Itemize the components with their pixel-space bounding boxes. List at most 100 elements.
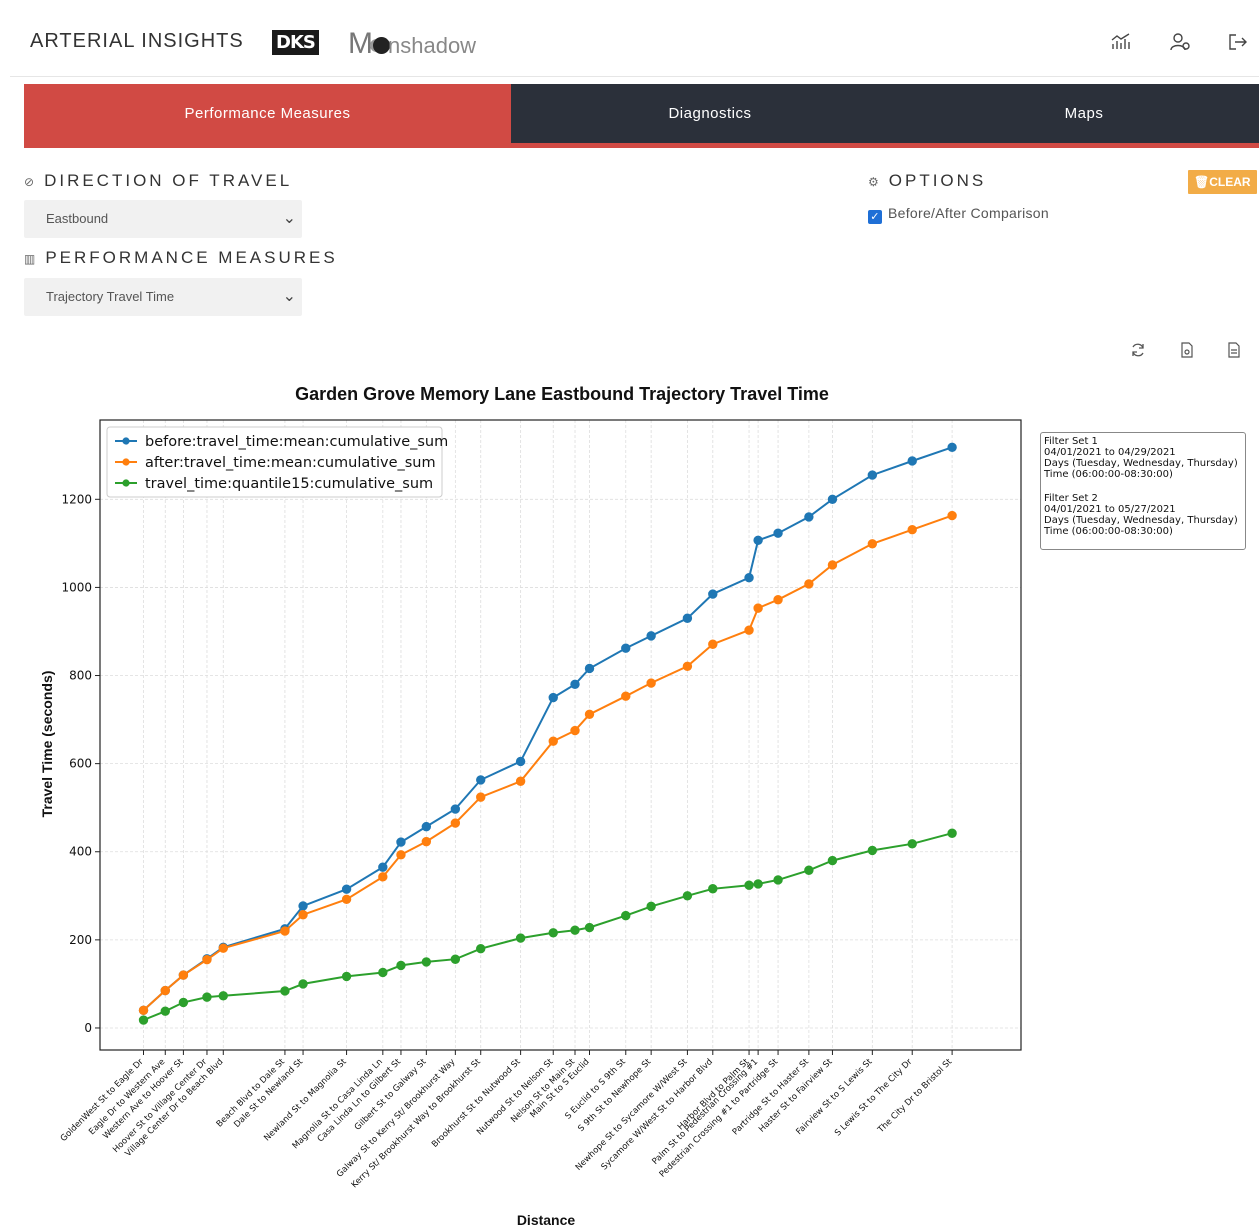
performance-measure-select[interactable]: Trajectory Travel Time ⌄	[24, 278, 302, 316]
data-point	[396, 960, 406, 971]
x-tick-label: Beach Blvd to Dale St	[215, 1057, 288, 1130]
data-point	[646, 631, 656, 641]
data-point	[138, 1015, 149, 1025]
data-point	[867, 845, 878, 856]
x-tick-label: Fairview St to S Lewis St	[794, 1057, 875, 1138]
legend-label: after:travel_time:mean:cumulative_sum	[145, 455, 436, 471]
data-point	[773, 875, 783, 885]
data-point	[708, 589, 718, 599]
data-point	[621, 691, 631, 701]
data-point	[804, 579, 814, 589]
data-point	[753, 879, 763, 889]
data-point	[421, 836, 432, 847]
data-point	[907, 839, 917, 849]
data-point	[947, 510, 957, 521]
data-point	[867, 470, 878, 480]
data-point	[178, 970, 189, 980]
refresh-icon[interactable]	[1130, 342, 1146, 362]
dks-logo: DKS	[272, 30, 319, 55]
data-point	[570, 925, 580, 935]
compass-icon: ⊘	[24, 175, 35, 189]
data-point	[202, 954, 212, 965]
y-tick-label: 600	[69, 757, 92, 771]
data-point	[138, 1005, 149, 1016]
data-point	[341, 884, 352, 894]
data-point	[753, 603, 763, 613]
x-tick-label: Galway St to Kerry St/ Brookhurst Way	[335, 1057, 458, 1180]
y-tick-label: 400	[69, 845, 92, 859]
data-point	[682, 661, 693, 671]
y-axis-label: Travel Time (seconds)	[39, 671, 55, 818]
before-after-checkbox[interactable]: ✓ Before/After Comparison	[868, 205, 1049, 224]
data-point	[753, 535, 763, 545]
checkmark-icon: ✓	[868, 210, 882, 224]
data-point	[421, 957, 432, 967]
tab-diagnostics[interactable]: Diagnostics	[511, 84, 909, 143]
tab-performance-measures[interactable]: Performance Measures	[24, 84, 511, 143]
filter-set-1-dates: 04/01/2021 to 04/29/2021	[1044, 447, 1176, 458]
chart-icon[interactable]	[1110, 31, 1132, 53]
brand-title: ARTERIAL INSIGHTS	[30, 30, 244, 52]
data-point	[396, 850, 406, 860]
data-point	[646, 678, 656, 688]
data-point	[570, 725, 580, 736]
bar-chart-icon: ▥	[24, 252, 36, 266]
data-point	[773, 528, 783, 538]
y-tick-label: 800	[69, 669, 92, 683]
plot-frame	[99, 419, 1022, 1051]
series-line	[142, 446, 953, 1012]
filter-set-2-dates: 04/01/2021 to 05/27/2021	[1044, 504, 1176, 515]
data-point	[298, 901, 308, 911]
chevron-down-icon: ⌄	[282, 288, 296, 305]
y-tick-label: 200	[69, 933, 92, 947]
x-tick-label: The City Dr to Bristol St	[876, 1057, 955, 1136]
data-point	[708, 639, 718, 649]
data-point	[476, 792, 486, 802]
logout-icon[interactable]	[1227, 31, 1249, 53]
export-image-icon[interactable]	[1180, 342, 1194, 362]
performance-measures-heading: ▥ PERFORMANCE MEASURES	[24, 248, 338, 267]
data-point	[682, 891, 693, 901]
data-point	[827, 560, 838, 570]
data-point	[515, 756, 526, 767]
data-point	[280, 986, 290, 996]
data-point	[773, 595, 783, 605]
data-point	[744, 625, 754, 635]
data-point	[548, 736, 558, 746]
data-point	[341, 971, 352, 982]
tab-maps[interactable]: Maps	[909, 84, 1259, 143]
series-line	[142, 514, 953, 1012]
data-point	[378, 967, 388, 978]
data-point	[947, 442, 957, 453]
data-point	[515, 933, 526, 943]
data-point	[280, 926, 290, 936]
user-settings-icon[interactable]	[1170, 31, 1192, 53]
direction-select[interactable]: Eastbound ⌄	[24, 200, 302, 238]
legend-marker	[122, 458, 130, 466]
legend-marker	[122, 437, 130, 445]
data-point	[827, 494, 838, 505]
data-point	[396, 837, 406, 847]
data-point	[160, 1006, 170, 1016]
export-csv-icon[interactable]	[1227, 342, 1241, 362]
data-point	[907, 524, 917, 535]
chart-title: Garden Grove Memory Lane Eastbound Traje…	[295, 384, 829, 404]
data-point	[827, 855, 838, 866]
moonshadow-logo: Mnshadow	[348, 27, 477, 60]
filter-set-1-time: Time (06:00:00-08:30:00)	[1044, 469, 1173, 480]
clear-button[interactable]: 🗑CLEAR	[1188, 170, 1257, 194]
data-point	[178, 997, 189, 1008]
filter-set-2-time: Time (06:00:00-08:30:00)	[1044, 526, 1173, 537]
y-tick-label: 0	[84, 1021, 92, 1035]
options-heading: ⚙ OPTIONS	[868, 171, 987, 190]
data-point	[584, 663, 595, 674]
data-point	[708, 884, 718, 894]
data-point	[621, 643, 631, 653]
filter-set-1-days: Days (Tuesday, Wednesday, Thursday)	[1044, 458, 1238, 469]
legend-label: travel_time:quantile15:cumulative_sum	[145, 476, 433, 492]
data-point	[450, 818, 461, 828]
main-tabs: Performance Measures Diagnostics Maps	[24, 84, 1259, 148]
chevron-down-icon: ⌄	[282, 210, 296, 227]
data-point	[202, 992, 212, 1002]
x-axis-label: Distance	[517, 1212, 576, 1228]
